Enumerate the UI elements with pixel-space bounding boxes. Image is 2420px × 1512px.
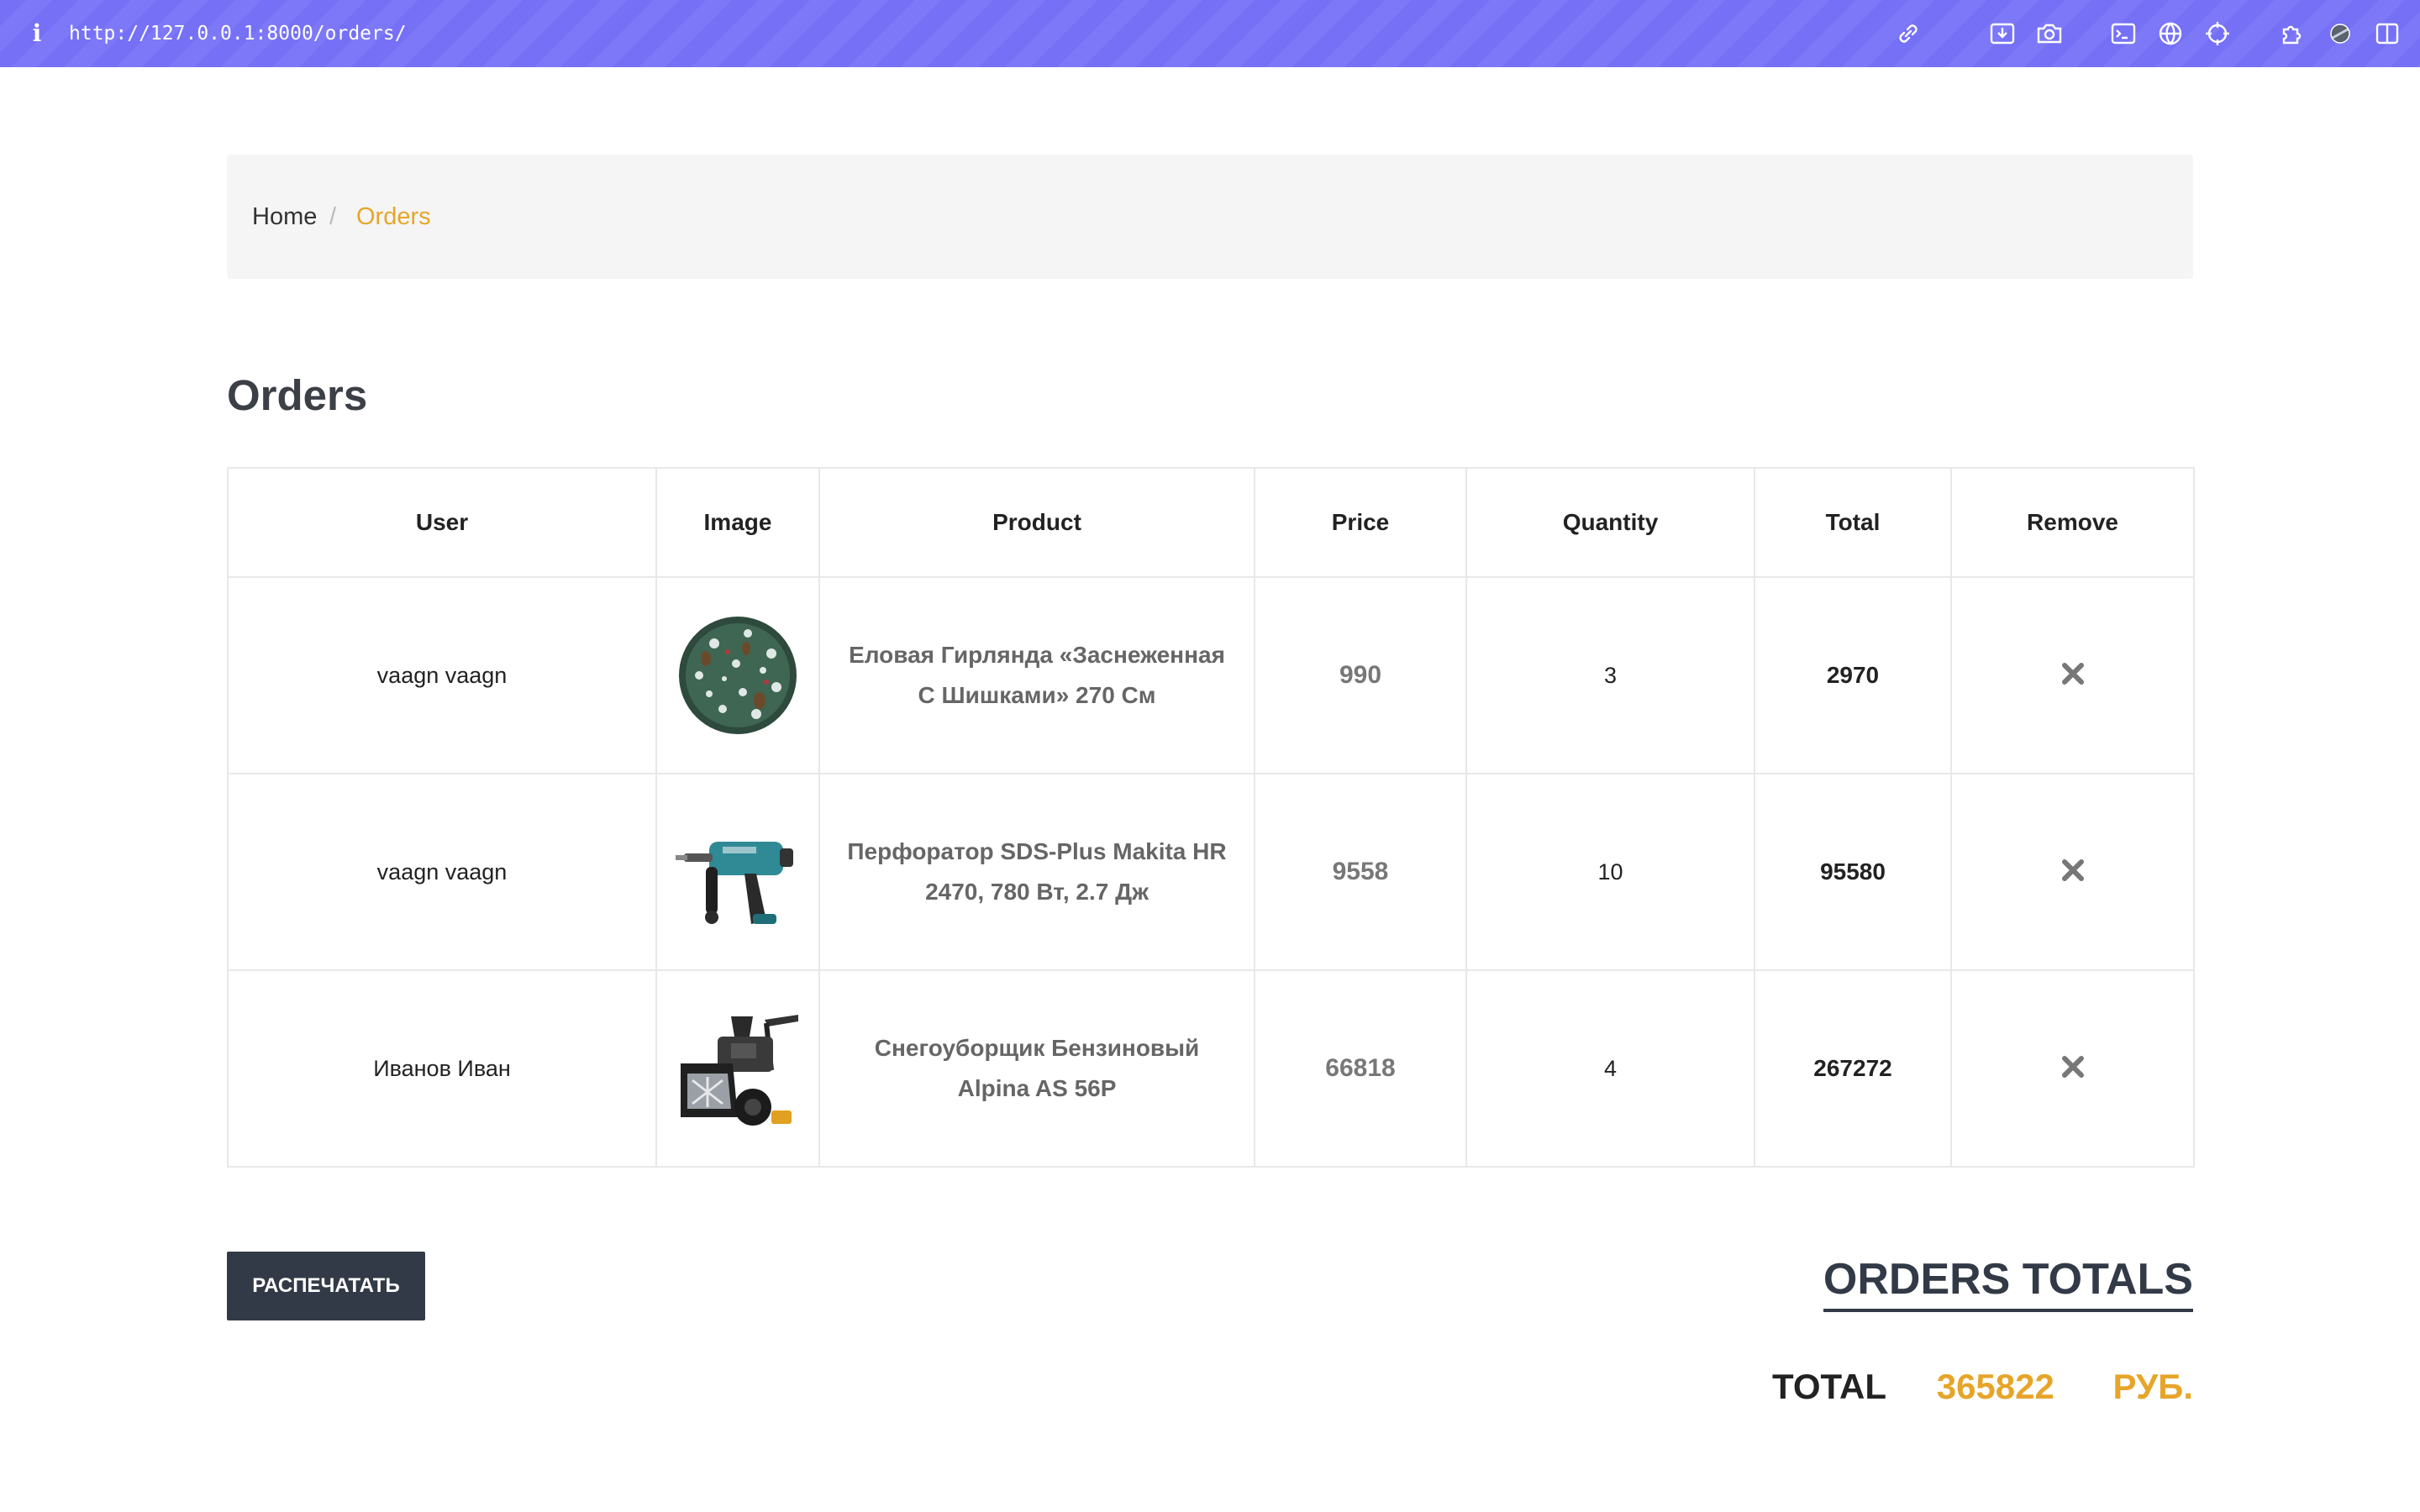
crosshair-icon[interactable] xyxy=(2203,19,2232,48)
column-header-remove: Remove xyxy=(1950,467,2195,578)
profile-icon[interactable] xyxy=(2326,19,2354,48)
sidebar-icon[interactable] xyxy=(2373,19,2402,48)
remove-button[interactable] xyxy=(2059,659,2087,688)
remove-button[interactable] xyxy=(2059,856,2087,885)
cell-product[interactable]: Перфоратор SDS-Plus Makita HR 2470, 780 … xyxy=(818,773,1255,971)
total-row: TOTAL 365822 РУБ. xyxy=(1772,1357,2193,1416)
cell-total: 95580 xyxy=(1754,773,1952,971)
close-icon xyxy=(2061,662,2084,685)
browser-toolbar: i http://127.0.0.1:8000/orders/ xyxy=(0,0,2420,67)
column-header-image: Image xyxy=(655,467,820,578)
terminal-icon[interactable] xyxy=(2109,19,2138,48)
camera-icon[interactable] xyxy=(2035,19,2064,48)
extensions-icon[interactable] xyxy=(2279,19,2307,48)
column-header-total: Total xyxy=(1754,467,1952,578)
total-currency: РУБ. xyxy=(2112,1367,2193,1406)
cell-total: 2970 xyxy=(1754,576,1952,774)
cell-remove xyxy=(1950,773,2195,971)
page-title: Orders xyxy=(227,371,368,419)
table-row: Иванов Иван Снегоуборщик Бензиновый Alpi… xyxy=(227,969,2195,1168)
table-header-row: User Image Product Price Quantity Total … xyxy=(227,467,2195,578)
cell-user: vaagn vaagn xyxy=(227,773,657,971)
column-header-product: Product xyxy=(818,467,1255,578)
orders-totals-heading: ORDERS TOTALS xyxy=(1823,1250,2193,1312)
total-value: 365822 xyxy=(1936,1367,2054,1406)
cell-image xyxy=(655,773,820,971)
close-icon xyxy=(2061,858,2084,881)
cell-quantity: 3 xyxy=(1465,576,1755,774)
cell-image xyxy=(655,969,820,1168)
print-button[interactable]: РАСПЕЧАТАТЬ xyxy=(227,1252,425,1320)
remove-button[interactable] xyxy=(2059,1053,2087,1081)
snowblower-image[interactable] xyxy=(672,1003,803,1134)
info-icon[interactable]: i xyxy=(29,18,45,49)
cell-product[interactable]: Снегоуборщик Бензиновый Alpina AS 56P xyxy=(818,969,1255,1168)
globe-icon[interactable] xyxy=(2156,19,2185,48)
cell-product[interactable]: Еловая Гирлянда «Заснеженная С Шишками» … xyxy=(818,576,1255,774)
breadcrumb-home-link[interactable]: Home xyxy=(252,197,317,237)
breadcrumb: Home / Orders xyxy=(227,155,2193,279)
link-icon[interactable] xyxy=(1894,19,1923,48)
orders-table: User Image Product Price Quantity Total … xyxy=(227,467,2195,1168)
cell-image xyxy=(655,576,820,774)
cell-quantity: 4 xyxy=(1465,969,1755,1168)
cell-quantity: 10 xyxy=(1465,773,1755,971)
cell-user: Иванов Иван xyxy=(227,969,657,1168)
garland-image[interactable] xyxy=(672,610,803,741)
table-row: vaagn vaagn Перфоратор SDS-Plus Makita H… xyxy=(227,773,2195,971)
table-row: vaagn vaagn Еловая Гирлянда «Заснеженная… xyxy=(227,576,2195,774)
cell-price: 990 xyxy=(1254,576,1467,774)
column-header-user: User xyxy=(227,467,657,578)
column-header-quantity: Quantity xyxy=(1465,467,1755,578)
breadcrumb-current: Orders xyxy=(356,203,431,230)
cell-total: 267272 xyxy=(1754,969,1952,1168)
download-icon[interactable] xyxy=(1988,19,2017,48)
cell-price: 9558 xyxy=(1254,773,1467,971)
url-bar[interactable]: http://127.0.0.1:8000/orders/ xyxy=(69,18,407,49)
hammer-drill-image[interactable] xyxy=(672,806,803,937)
breadcrumb-separator: / xyxy=(329,203,337,230)
cell-price: 66818 xyxy=(1254,969,1467,1168)
cell-remove xyxy=(1950,969,2195,1168)
cell-remove xyxy=(1950,576,2195,774)
cell-user: vaagn vaagn xyxy=(227,576,657,774)
close-icon xyxy=(2061,1055,2084,1078)
column-header-price: Price xyxy=(1254,467,1467,578)
total-label: TOTAL xyxy=(1771,1367,1887,1406)
